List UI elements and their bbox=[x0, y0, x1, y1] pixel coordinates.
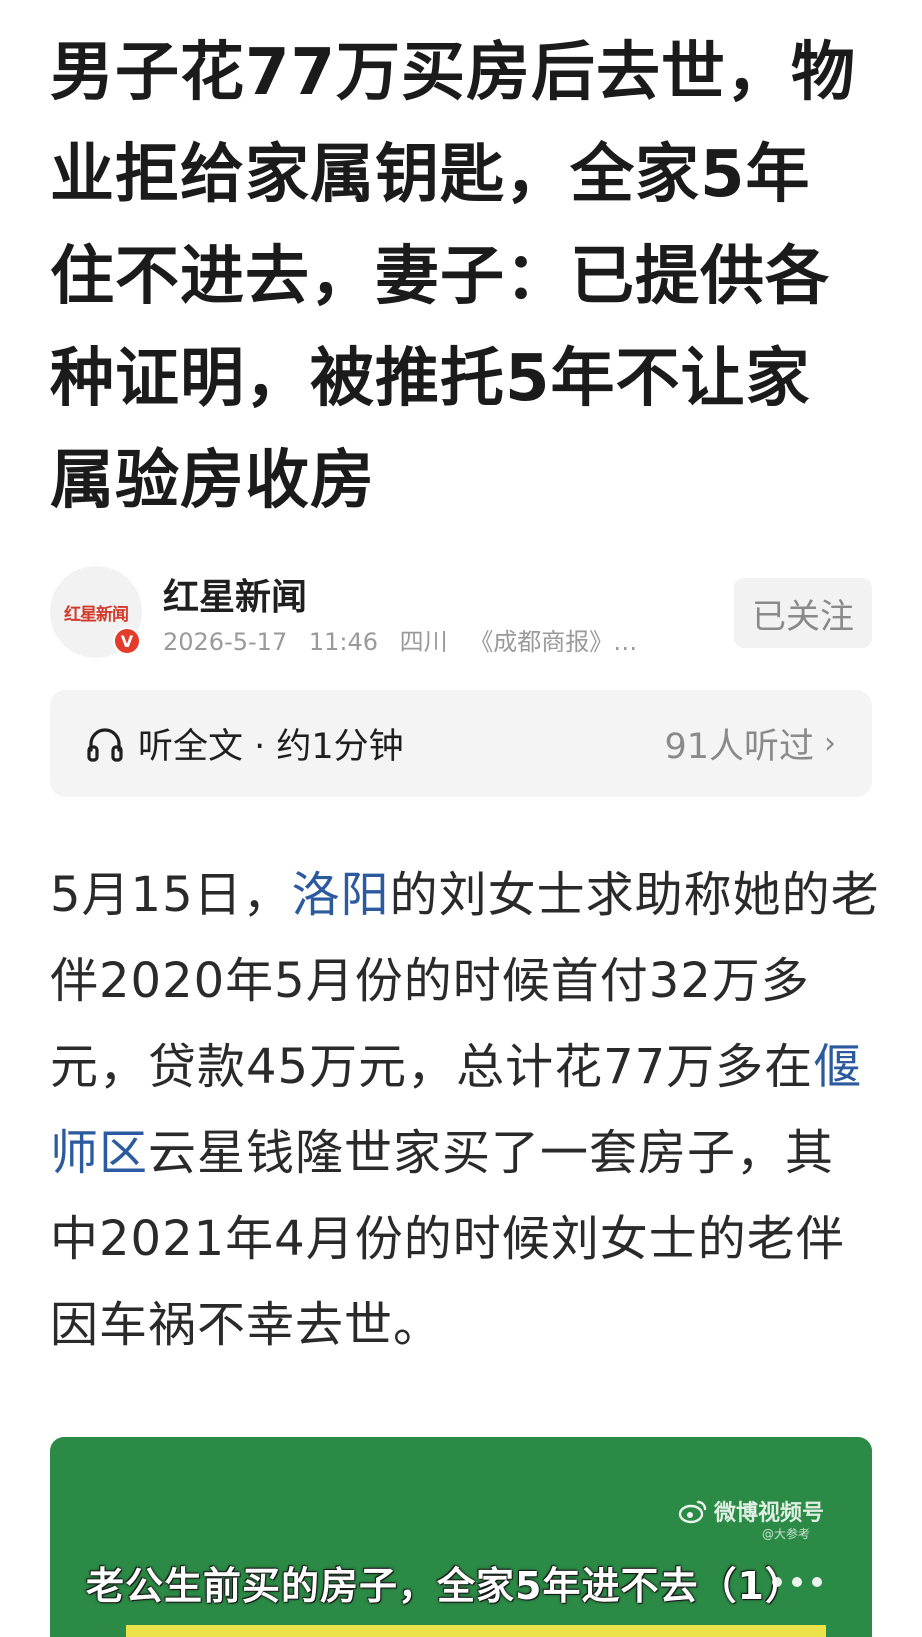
video-subtitle-bar bbox=[126, 1625, 826, 1637]
more-dots-icon[interactable] bbox=[772, 1577, 822, 1587]
weibo-icon bbox=[678, 1500, 707, 1524]
article-page: 男子花77万买房后去世，物 业拒给家属钥匙，全家5年 住不进去，妻子：已提供各 … bbox=[0, 0, 922, 1637]
publish-time: 11:46 bbox=[308, 628, 379, 656]
listen-label: 听全文 · 约1分钟 bbox=[138, 727, 404, 767]
article-headline: 男子花77万买房后去世，物 业拒给家属钥匙，全家5年 住不进去，妻子：已提供各 … bbox=[50, 22, 872, 532]
avatar-logo: 红星新闻 bbox=[64, 604, 129, 625]
headline-line: 属验房收房 bbox=[50, 444, 375, 518]
dot bbox=[812, 1577, 822, 1587]
publish-location: 四川 bbox=[399, 628, 448, 656]
headline-line: 业拒给家属钥匙，全家5年 bbox=[50, 138, 811, 212]
headline-line: 住不进去，妻子：已提供各 bbox=[50, 240, 830, 314]
author-row: 红星新闻 V 红星新闻 2026-5-17 11:46 四川 《成都商报》… 已… bbox=[50, 566, 872, 662]
author-name[interactable]: 红星新闻 bbox=[163, 568, 307, 620]
location-link-luoyang[interactable]: 洛阳 bbox=[292, 867, 390, 923]
source-label: 《成都商报》… bbox=[469, 628, 638, 656]
publish-date: 2026-5-17 bbox=[163, 628, 288, 656]
listen-full-text-bar[interactable]: 听全文 · 约1分钟 91人听过 › bbox=[50, 690, 872, 797]
embedded-video[interactable]: 微博视频号 @大参考 老公生前买的房子，全家5年进不去（1） bbox=[50, 1437, 872, 1637]
body-text-segment: 5月15日， bbox=[50, 867, 292, 923]
watermark-handle: @大参考 bbox=[761, 1527, 810, 1541]
chevron-right-icon: › bbox=[824, 726, 836, 761]
dot bbox=[772, 1577, 782, 1587]
headline-line: 男子花77万买房后去世，物 bbox=[50, 36, 857, 110]
author-meta: 2026-5-17 11:46 四川 《成都商报》… bbox=[163, 622, 651, 657]
headphones-icon bbox=[87, 727, 123, 762]
article-body: 5月15日，洛阳的刘女士求助称她的老伴2020年5月份的时候首付32万多元，贷款… bbox=[50, 852, 880, 1368]
listen-count: 91人听过 bbox=[664, 727, 814, 767]
verified-badge-icon: V bbox=[113, 627, 141, 655]
body-text-segment: 云星钱隆世家买了一套房子，其中2021年4月份的时候刘女士的老伴因车祸不幸去世。 bbox=[50, 1125, 845, 1353]
video-caption: 老公生前买的房子，全家5年进不去（1） bbox=[86, 1564, 804, 1608]
watermark-text: 微博视频号 bbox=[713, 1501, 824, 1526]
headline-line: 种证明，被推托5年不让家 bbox=[50, 342, 811, 416]
dot bbox=[792, 1577, 802, 1587]
weibo-watermark: 微博视频号 bbox=[678, 1495, 824, 1527]
follow-button[interactable]: 已关注 bbox=[734, 578, 872, 648]
